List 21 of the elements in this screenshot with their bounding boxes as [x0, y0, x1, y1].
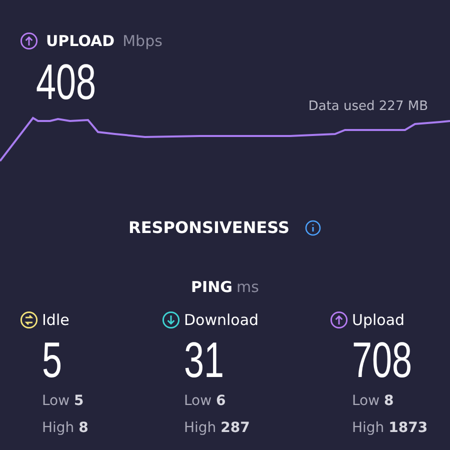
- metric-label: Upload: [352, 310, 405, 330]
- section-title: RESPONSIVENESS: [128, 217, 290, 239]
- unit-label: Mbps: [122, 31, 162, 52]
- metric-label: Idle: [42, 310, 70, 330]
- ping-label: PING: [191, 277, 232, 298]
- info-icon[interactable]: [305, 220, 322, 236]
- high-value: High 1873: [352, 420, 428, 436]
- upload-speed-value: 408: [36, 56, 96, 106]
- upload-label: UPLOAD: [46, 31, 115, 52]
- ping-value: 31: [184, 335, 224, 385]
- high-value: High 287: [184, 420, 250, 436]
- high-value: High 8: [42, 420, 88, 436]
- low-value: Low 8: [352, 393, 394, 409]
- metric-label: Download: [184, 310, 259, 330]
- low-value: Low 5: [42, 393, 84, 409]
- ping-value: 708: [352, 335, 412, 385]
- low-value: Low 6: [184, 393, 226, 409]
- ping-value: 5: [42, 335, 62, 385]
- unit-label: ms: [236, 277, 259, 298]
- upload-icon: [20, 32, 38, 50]
- data-used-text: Data used 227 MB: [308, 98, 428, 116]
